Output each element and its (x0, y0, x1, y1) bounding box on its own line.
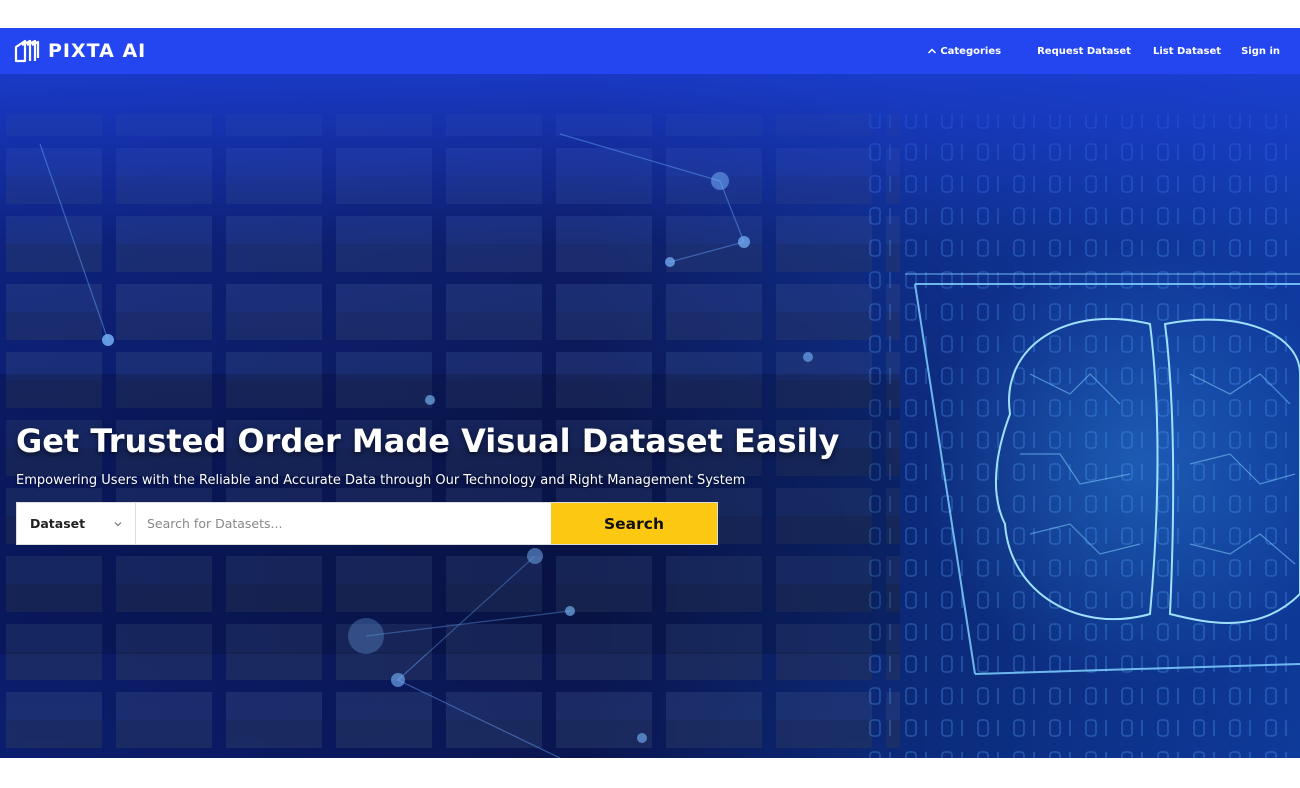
hero-title: Get Trusted Order Made Visual Dataset Ea… (16, 422, 840, 460)
chevron-down-icon (114, 521, 122, 526)
hero-section: Get Trusted Order Made Visual Dataset Ea… (0, 74, 1300, 758)
nav-categories[interactable]: Categories (919, 40, 1009, 63)
dataset-type-selected: Dataset (30, 516, 86, 531)
brand-name: PIXTA AI (48, 40, 147, 62)
main-nav: Categories Request Dataset List Dataset … (919, 40, 1288, 63)
dataset-type-select[interactable]: Dataset (17, 503, 136, 544)
hero-background-image (0, 74, 1300, 758)
nav-sign-in[interactable]: Sign in (1233, 40, 1288, 63)
nav-categories-label: Categories (940, 45, 1002, 57)
search-button[interactable]: Search (551, 503, 717, 544)
nav-list-dataset[interactable]: List Dataset (1145, 40, 1229, 63)
nav-request-dataset[interactable]: Request Dataset (1029, 40, 1139, 63)
search-form: Dataset Search (16, 502, 718, 545)
chevron-up-icon (928, 48, 937, 54)
page: PIXTA AI Categories Request Dataset List… (0, 0, 1300, 788)
pixta-logo-icon (14, 39, 40, 63)
hero-subtitle: Empowering Users with the Reliable and A… (16, 473, 746, 488)
top-navbar: PIXTA AI Categories Request Dataset List… (0, 28, 1300, 74)
search-input[interactable] (136, 503, 551, 544)
brand-link[interactable]: PIXTA AI (14, 38, 146, 64)
hero-content: Get Trusted Order Made Visual Dataset Ea… (16, 422, 896, 545)
